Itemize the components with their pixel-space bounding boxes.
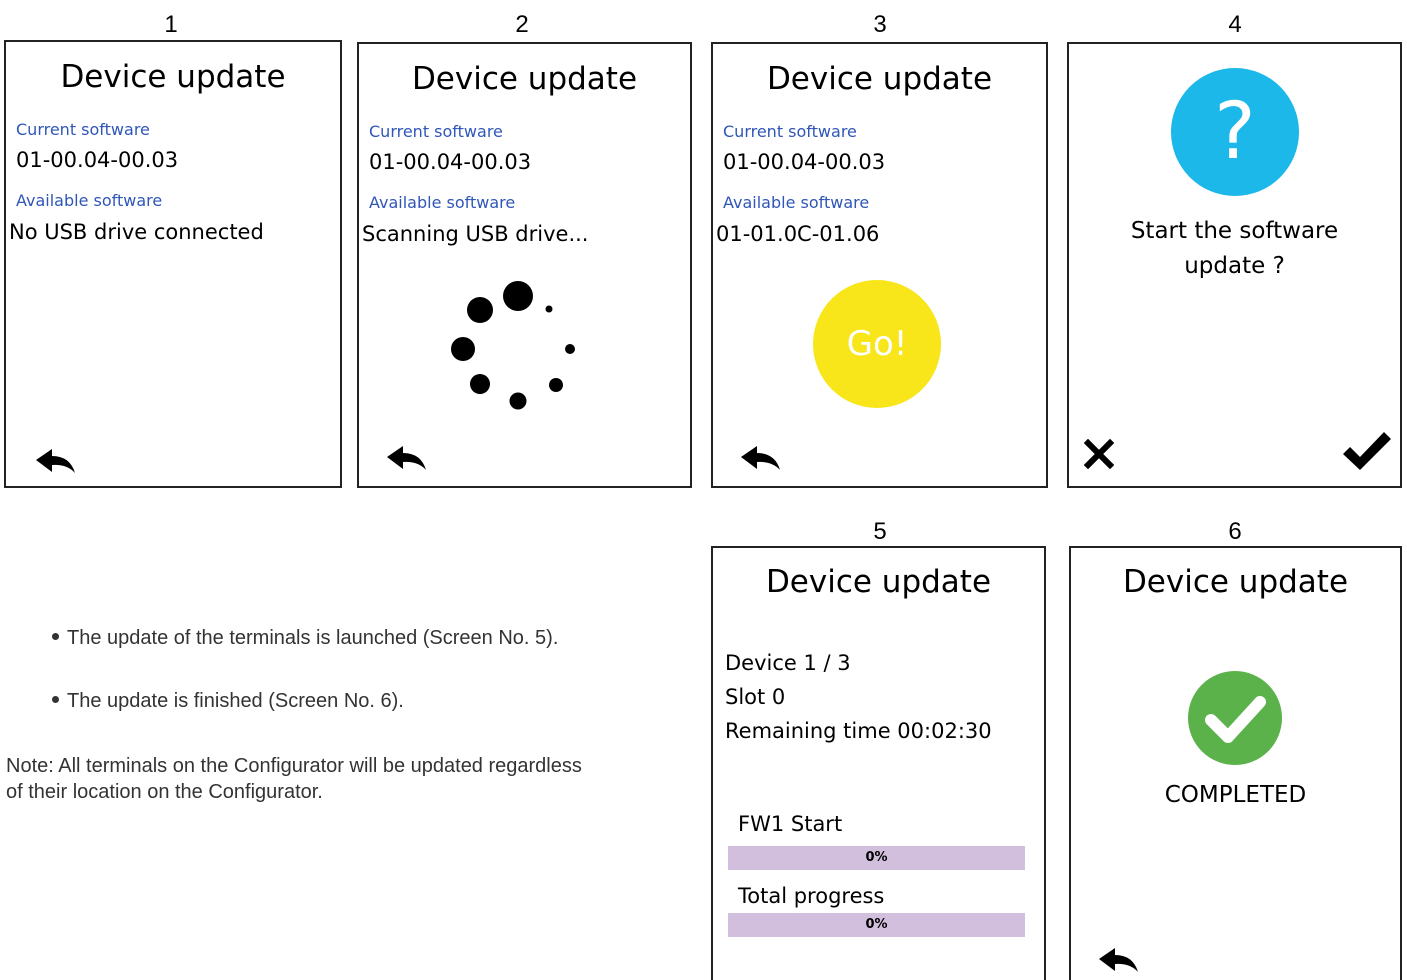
confirm-prompt: Start the software update ? (1069, 214, 1400, 284)
available-software-label: Available software (16, 191, 163, 210)
fw-progress-bar: 0% (728, 846, 1025, 870)
back-arrow-icon[interactable] (1097, 946, 1139, 974)
screen-1: Device update Current software 01-00.04-… (4, 40, 342, 488)
prompt-line-1: Start the software (1130, 218, 1339, 244)
question-mark-icon: ? (1171, 68, 1299, 196)
screen-number-4: 4 (1228, 11, 1242, 38)
page-title: Device update (766, 61, 993, 97)
checkmark-confirm-icon[interactable] (1341, 430, 1393, 472)
screen-number-2: 2 (515, 11, 529, 38)
bullet-item: The update is finished (Screen No. 6). (52, 690, 404, 713)
slot-value: Slot 0 (725, 685, 786, 709)
note-line-2: of their location on the Configurator. (6, 781, 323, 803)
bullet-text: The update is finished (Screen No. 6). (67, 690, 404, 712)
remaining-time: Remaining time 00:02:30 (725, 719, 992, 743)
back-arrow-icon[interactable] (739, 444, 781, 472)
current-software-value: 01-00.04-00.03 (369, 150, 532, 174)
x-cancel-icon[interactable] (1084, 439, 1114, 469)
page-title: Device update (411, 61, 638, 97)
screen-number-5: 5 (873, 518, 887, 545)
device-count: Device 1 / 3 (725, 651, 851, 675)
screen-number-6: 6 (1228, 518, 1242, 545)
bullet-dot (52, 696, 59, 704)
current-software-value: 01-00.04-00.03 (16, 148, 179, 172)
completed-check-icon (1188, 671, 1282, 765)
page-title: Device update (1122, 564, 1349, 600)
page-title: Device update (60, 59, 286, 95)
current-software-label: Current software (723, 122, 857, 141)
available-software-value: 01-01.0C-01.06 (716, 222, 880, 246)
current-software-value: 01-00.04-00.03 (723, 150, 886, 174)
note-line-1: Note: All terminals on the Configurator … (6, 755, 582, 777)
status-text: COMPLETED (1164, 782, 1307, 808)
available-software-label: Available software (723, 193, 870, 212)
available-software-value: No USB drive connected (9, 220, 264, 244)
prompt-line-2: update ? (1184, 253, 1285, 279)
bullet-dot (52, 633, 59, 641)
screen-number-1: 1 (164, 11, 178, 38)
total-progress-bar: 0% (728, 913, 1025, 937)
bullet-item: The update of the terminals is launched … (52, 627, 558, 650)
back-arrow-icon[interactable] (385, 444, 427, 472)
available-software-label: Available software (369, 193, 516, 212)
screen-3: Device update Current software 01-00.04-… (711, 42, 1048, 488)
available-software-value: Scanning USB drive... (362, 222, 589, 246)
screen-5: Device update Device 1 / 3 Slot 0 Remain… (711, 546, 1046, 980)
screen-2: Device update Current software 01-00.04-… (357, 42, 692, 488)
back-arrow-icon[interactable] (34, 447, 76, 475)
page-title: Device update (765, 564, 992, 600)
current-software-label: Current software (16, 120, 150, 139)
screen-6: Device update COMPLETED (1069, 546, 1402, 980)
fw-label: FW1 Start (738, 812, 843, 836)
screen-4: ? Start the software update ? (1067, 42, 1402, 488)
screen-number-3: 3 (873, 11, 887, 38)
total-progress-label: Total progress (738, 884, 885, 908)
go-button[interactable]: Go! (813, 280, 941, 408)
current-software-label: Current software (369, 122, 503, 141)
loading-spinner-icon (451, 281, 575, 410)
bullet-text: The update of the terminals is launched … (67, 627, 559, 649)
